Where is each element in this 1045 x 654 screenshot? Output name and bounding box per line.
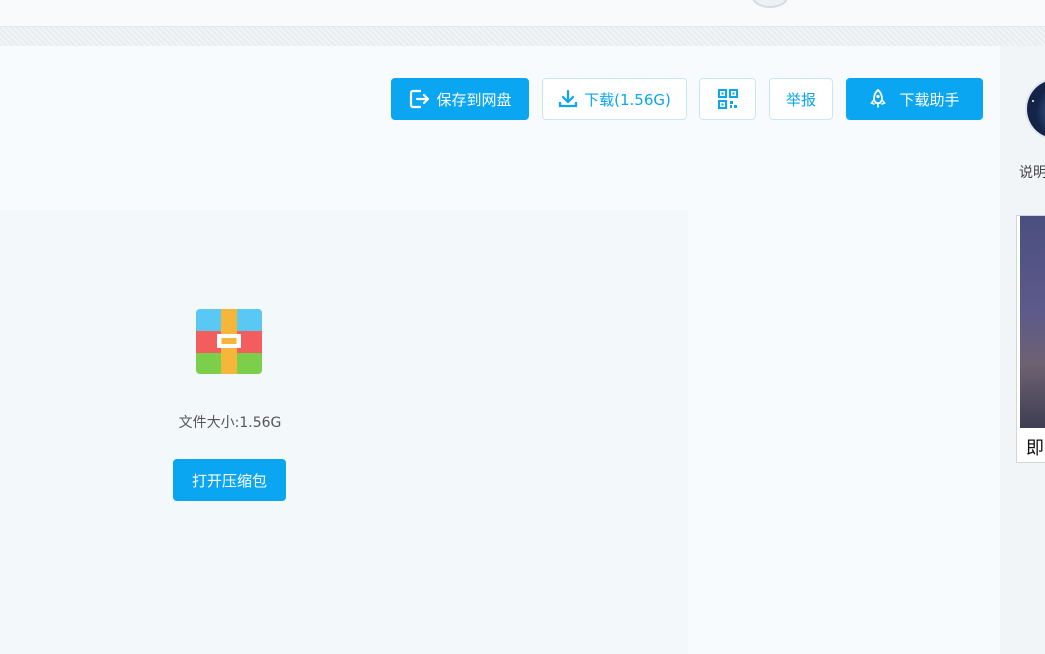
ad-card-title: 即 [1026, 438, 1044, 459]
qrcode-button[interactable] [699, 78, 756, 120]
top-bar [0, 0, 1045, 27]
zip-archive-icon [196, 309, 262, 374]
download-label: 下载(1.56G) [584, 90, 671, 109]
file-preview-panel [0, 210, 688, 654]
sidebar-description-label: 说明 [1019, 165, 1045, 181]
download-button[interactable]: 下载(1.56G) [542, 78, 687, 120]
avatar-star [1032, 100, 1034, 102]
open-archive-button[interactable]: 打开压缩包 [173, 459, 286, 501]
save-to-disk-button[interactable]: 保存到网盘 [391, 78, 529, 120]
save-to-disk-label: 保存到网盘 [436, 90, 512, 109]
download-icon [558, 89, 578, 109]
download-helper-button[interactable]: 下载助手 [846, 78, 983, 120]
header-stripe [0, 27, 1045, 46]
report-button[interactable]: 举报 [769, 78, 833, 120]
file-size-text: 文件大小:1.56G [178, 415, 282, 431]
export-icon [408, 88, 430, 110]
qrcode-icon [717, 89, 738, 109]
ad-image[interactable] [1020, 216, 1045, 428]
rocket-icon [869, 89, 887, 109]
download-helper-label: 下载助手 [899, 90, 960, 109]
report-label: 举报 [785, 90, 816, 109]
